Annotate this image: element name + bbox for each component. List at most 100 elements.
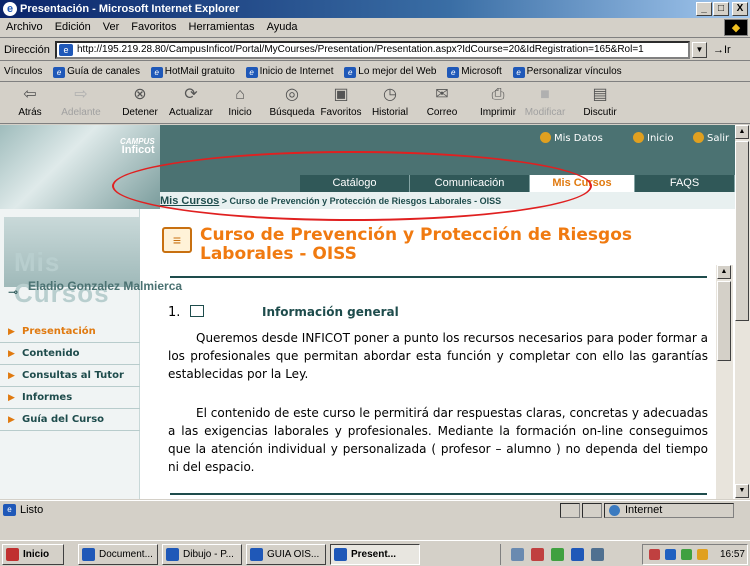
- page-status-icon: e: [3, 504, 16, 516]
- title-bar: e Presentación - Microsoft Internet Expl…: [0, 0, 750, 18]
- discuss-icon: ▤: [592, 86, 608, 103]
- minimize-button[interactable]: _: [696, 2, 712, 16]
- user-icon: [540, 132, 551, 143]
- scroll-up-icon: ▲: [717, 265, 731, 279]
- taskbar-button-presentacion[interactable]: Present...: [330, 544, 420, 565]
- tray-icon[interactable]: [697, 549, 708, 560]
- ie-icon: [334, 548, 347, 561]
- annotation-ellipse: [112, 151, 592, 221]
- forward-arrow-icon: ⇨: [74, 86, 88, 103]
- address-label: Dirección: [4, 44, 50, 56]
- close-button[interactable]: X: [732, 2, 748, 16]
- stop-button[interactable]: ⊗ Detener: [118, 85, 162, 118]
- sidebar-item-presentacion[interactable]: ▶ Presentación: [0, 321, 140, 343]
- book-icon: ≡: [162, 227, 192, 253]
- link-lo-mejor[interactable]: e Lo mejor del Web: [340, 62, 440, 81]
- window-scrollbar[interactable]: ▲ ▼: [735, 125, 750, 499]
- sidebar-item-consultas[interactable]: ▶ Consultas al Tutor: [0, 365, 140, 387]
- tab-faqs[interactable]: FAQS: [635, 175, 735, 192]
- link-hotmail[interactable]: e HotMail gratuito: [147, 62, 239, 81]
- link-icon: e: [344, 67, 357, 78]
- menu-favoritos[interactable]: Favoritos: [125, 18, 182, 36]
- sidebar-item-contenido[interactable]: ▶ Contenido: [0, 343, 140, 365]
- link-icon: e: [150, 67, 163, 78]
- security-zone: Internet: [604, 503, 734, 518]
- link-icon: e: [447, 67, 460, 78]
- maximize-button[interactable]: □: [713, 2, 729, 16]
- taskbar-button-guia[interactable]: GUIA OIS...: [246, 544, 326, 565]
- start-button[interactable]: Inicio: [2, 544, 64, 565]
- content-scrollbar[interactable]: ▲: [716, 265, 733, 499]
- ie-icon: e: [3, 2, 17, 16]
- arrow-icon: ▶: [8, 327, 15, 337]
- arrow-icon: ▶: [8, 415, 15, 425]
- taskbar-button-dibujo[interactable]: Dibujo - P...: [162, 544, 242, 565]
- search-icon: ◎: [285, 86, 299, 103]
- menu-ver[interactable]: Ver: [97, 18, 126, 36]
- quicklaunch-icon[interactable]: [531, 548, 544, 561]
- taskbar-button-document[interactable]: Document...: [78, 544, 158, 565]
- stop-icon: ⊗: [133, 86, 147, 103]
- back-button[interactable]: ⇦ Atrás: [12, 85, 48, 118]
- page-icon: e: [59, 44, 73, 56]
- search-button[interactable]: ◎ Búsqueda: [268, 85, 316, 118]
- edit-button[interactable]: ■ Modificar: [522, 85, 568, 118]
- discuss-button[interactable]: ▤ Discutir: [578, 85, 622, 118]
- go-button[interactable]: →Ir: [713, 44, 731, 56]
- menu-archivo[interactable]: Archivo: [0, 18, 49, 36]
- link-inicio-internet[interactable]: e Inicio de Internet: [242, 62, 338, 81]
- refresh-icon: ⟳: [184, 86, 198, 103]
- quicklaunch-icon[interactable]: [591, 548, 604, 561]
- address-input[interactable]: e http://195.219.28.80/CampusInficot/Por…: [55, 41, 690, 59]
- inicio-link[interactable]: Inicio: [633, 132, 673, 144]
- scroll-thumb: [717, 281, 731, 361]
- quicklaunch-icon[interactable]: [571, 548, 584, 561]
- status-cell: [582, 503, 602, 518]
- tray-icon[interactable]: [665, 549, 676, 560]
- sidebar-item-informes[interactable]: ▶ Informes: [0, 387, 140, 409]
- links-label: Vínculos: [4, 66, 43, 77]
- section-title: Información general: [262, 305, 399, 319]
- link-icon: e: [512, 67, 525, 78]
- link-microsoft[interactable]: e Microsoft: [443, 62, 506, 81]
- menu-herramientas[interactable]: Herramientas: [183, 18, 261, 36]
- refresh-button[interactable]: ⟳ Actualizar: [164, 85, 218, 118]
- paragraph-content: El contenido de este curso le permitirá …: [168, 406, 708, 474]
- section-checkbox-icon: [190, 305, 204, 317]
- mail-button[interactable]: ✉ Correo: [420, 85, 464, 118]
- favorites-button[interactable]: ▣ Favoritos: [316, 85, 366, 118]
- scroll-thumb: [735, 141, 749, 321]
- home-button[interactable]: ⌂ Inicio: [222, 85, 258, 118]
- menu-edicion[interactable]: Edición: [49, 18, 97, 36]
- menu-bar: Archivo Edición Ver Favoritos Herramientas Ay…: [0, 18, 750, 38]
- exit-icon: [693, 132, 704, 143]
- tray-icon[interactable]: [681, 549, 692, 560]
- mis-datos-link[interactable]: Mis Datos: [540, 132, 603, 144]
- window-title: Presentación - Microsoft Internet Explor…: [20, 3, 240, 15]
- history-icon: ◷: [383, 86, 397, 103]
- link-icon: e: [53, 67, 66, 78]
- sidebar-item-guia[interactable]: ▶ Guía del Curso: [0, 409, 140, 431]
- edit-icon: ■: [540, 86, 550, 103]
- address-dropdown-button[interactable]: ▼: [692, 42, 707, 58]
- globe-icon: [609, 505, 620, 516]
- history-button[interactable]: ◷ Historial: [368, 85, 412, 118]
- link-personalizar[interactable]: e Personalizar vínculos: [509, 62, 626, 81]
- course-title: Curso de Prevención y Protección de Ries…: [200, 225, 632, 264]
- link-guia-canales[interactable]: e Guía de canales: [49, 62, 144, 81]
- divider: [170, 493, 707, 495]
- menu-ayuda[interactable]: Ayuda: [261, 18, 304, 36]
- mail-icon: ✉: [435, 86, 449, 103]
- tray-icon[interactable]: [649, 549, 660, 560]
- salir-link[interactable]: Salir: [693, 132, 729, 144]
- quicklaunch-icon[interactable]: [551, 548, 564, 561]
- links-bar: Vínculos e Guía de canales e HotMail gratu…: [0, 62, 750, 82]
- favorites-icon: ▣: [333, 86, 349, 103]
- sidebar-heading: Mis Cursos: [14, 247, 110, 308]
- quicklaunch-icon[interactable]: [511, 548, 524, 561]
- windows-logo-icon: ◆: [724, 19, 748, 36]
- link-icon: e: [245, 67, 258, 78]
- print-button[interactable]: ⎙ Imprimir: [476, 85, 520, 118]
- scroll-down-icon: ▼: [735, 484, 749, 498]
- forward-button[interactable]: ⇨ Adelante: [56, 85, 106, 118]
